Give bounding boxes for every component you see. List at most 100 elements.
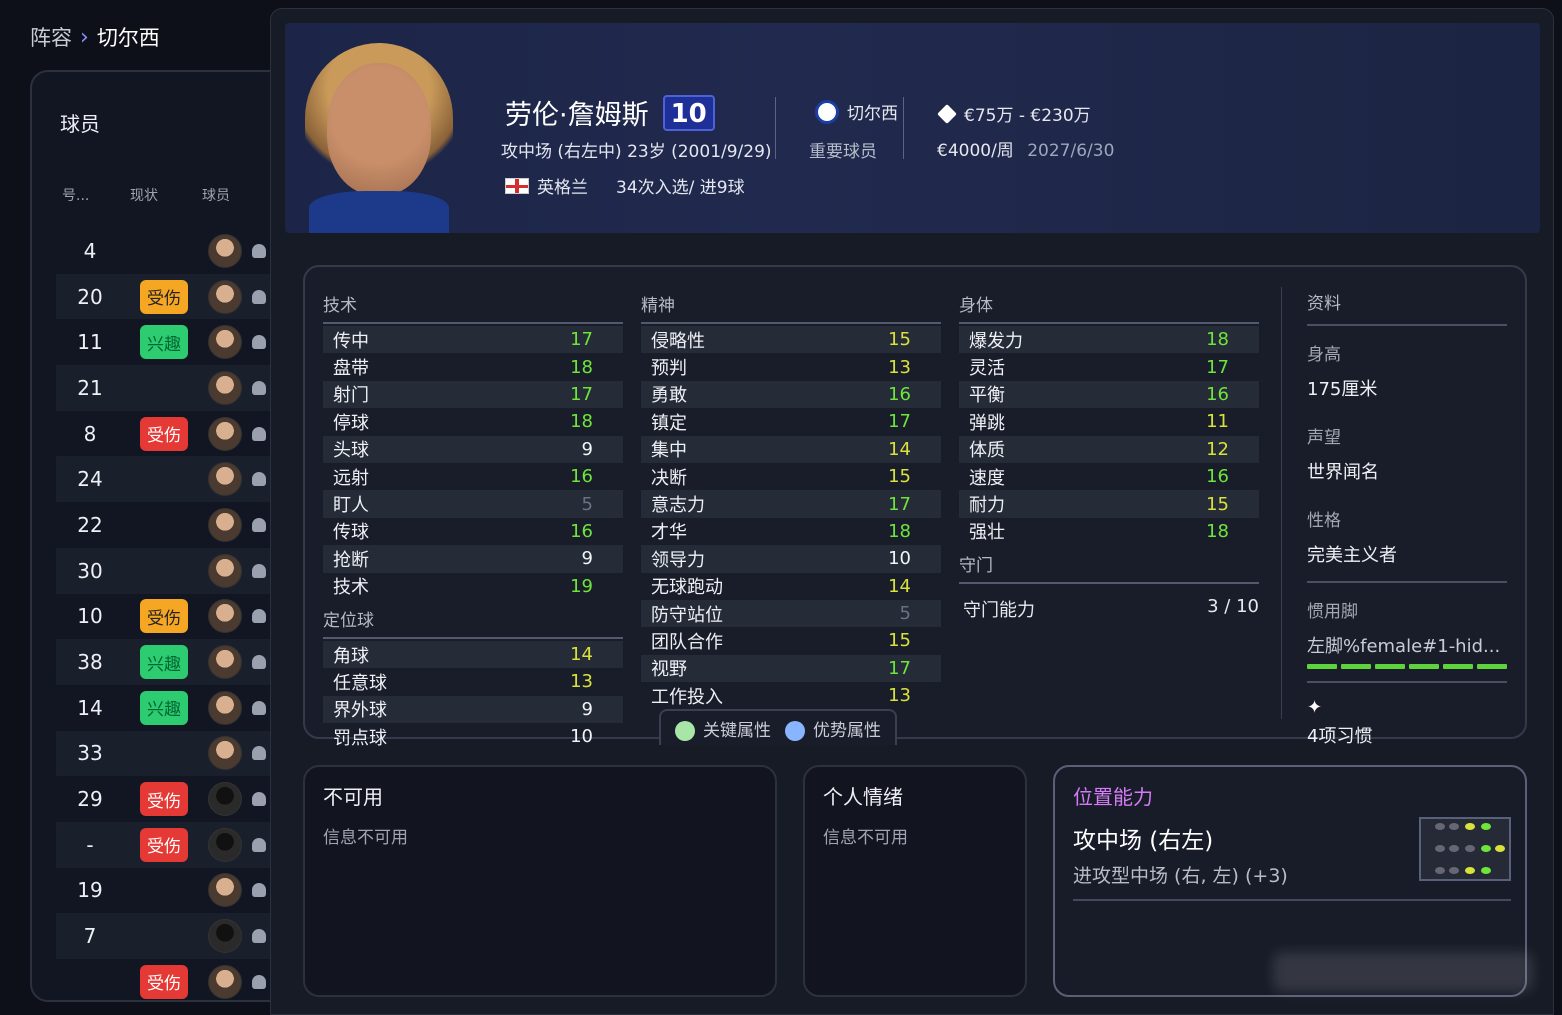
attribute-value: 15 (888, 630, 911, 652)
player-avatar[interactable] (208, 690, 242, 725)
player-avatar[interactable] (208, 736, 242, 771)
player-avatar[interactable] (208, 370, 242, 405)
watermark (1273, 952, 1533, 992)
player-avatar[interactable] (208, 919, 242, 954)
attribute-row[interactable]: 灵活 17 (959, 353, 1259, 380)
attribute-row[interactable]: 才华 18 (641, 518, 941, 545)
player-avatar[interactable] (208, 782, 242, 817)
player-avatar[interactable] (208, 416, 242, 451)
attribute-row[interactable]: 任意球 13 (323, 668, 623, 695)
attribute-value: 16 (570, 520, 593, 542)
roster-number: 20 (77, 284, 103, 309)
attribute-row[interactable]: 工作投入 13 (641, 682, 941, 709)
player-avatar[interactable] (208, 462, 242, 497)
attribute-row[interactable]: 视野 17 (641, 654, 941, 683)
attribute-row[interactable]: 射门 17 (323, 380, 623, 409)
attribute-value: 19 (570, 575, 593, 597)
attribute-row[interactable]: 远射 16 (323, 463, 623, 490)
player-name-row: 劳伦·詹姆斯 10 (505, 93, 715, 132)
player-nation[interactable]: 英格兰 (537, 173, 588, 198)
attribute-name: 集中 (651, 440, 687, 462)
attribute-value: 15 (1206, 493, 1229, 515)
attribute-row[interactable]: 领导力 10 (641, 545, 941, 573)
physical-heading: 身体 (959, 287, 1259, 324)
roster-status: 兴趣 (124, 645, 204, 680)
attribute-name: 远射 (333, 467, 369, 489)
attribute-name: 角球 (333, 645, 369, 667)
attribute-row[interactable]: 头球 9 (323, 435, 623, 463)
player-avatar[interactable] (208, 645, 242, 680)
person-icon (252, 974, 266, 989)
attribute-row[interactable]: 体质 12 (959, 435, 1259, 463)
attribute-name: 耐力 (969, 495, 1005, 517)
attribute-row[interactable]: 镇定 17 (641, 408, 941, 435)
attribute-row[interactable]: 传球 16 (323, 518, 623, 545)
attribute-row[interactable]: 停球 18 (323, 408, 623, 435)
attribute-row[interactable]: 决断 15 (641, 463, 941, 490)
attribute-row[interactable]: 罚点球 10 (323, 723, 623, 750)
attribute-row[interactable]: 盯人 5 (323, 490, 623, 518)
attribute-value: 17 (570, 329, 593, 351)
roster-status: 受伤 (124, 782, 204, 817)
status-badge[interactable]: 受伤 (140, 599, 188, 634)
attribute-row[interactable]: 爆发力 18 (959, 326, 1259, 354)
attribute-row[interactable]: 防守站位 5 (641, 599, 941, 628)
attribute-row[interactable]: 抢断 9 (323, 545, 623, 573)
player-caps: 34次入选/ 进9球 (616, 178, 745, 198)
foot-strength-bar (1307, 664, 1507, 683)
attribute-row[interactable]: 意志力 17 (641, 490, 941, 518)
attribute-row[interactable]: 勇敢 16 (641, 380, 941, 409)
breadcrumb-root[interactable]: 阵容 (30, 22, 72, 52)
attribute-row[interactable]: 侵略性 15 (641, 326, 941, 354)
squad-role: 重要球员 (809, 142, 877, 162)
player-avatar[interactable] (208, 233, 242, 268)
attribute-name: 射门 (333, 385, 369, 407)
player-header: 劳伦·詹姆斯 10 攻中场 (右左中) 23岁 (2001/9/29) 英格兰 … (285, 23, 1540, 233)
column-number[interactable]: 号... (62, 185, 89, 205)
player-avatar[interactable] (208, 325, 242, 360)
attribute-row[interactable]: 传中 17 (323, 326, 623, 354)
player-avatar[interactable] (208, 279, 242, 314)
attribute-value: 18 (1206, 329, 1229, 351)
status-badge[interactable]: 受伤 (140, 782, 188, 817)
attribute-row[interactable]: 耐力 15 (959, 490, 1259, 518)
status-badge[interactable]: 受伤 (140, 964, 188, 999)
attribute-row[interactable]: 预判 13 (641, 353, 941, 380)
attribute-row[interactable]: 平衡 16 (959, 380, 1259, 409)
attribute-row[interactable]: 技术 19 (323, 573, 623, 600)
attribute-row[interactable]: 无球跑动 14 (641, 573, 941, 600)
legend-advantage[interactable]: 优势属性 (785, 716, 881, 741)
attribute-row[interactable]: 界外球 9 (323, 695, 623, 724)
attribute-row[interactable]: 集中 14 (641, 435, 941, 463)
contract-expiry: 2027/6/30 (1027, 141, 1115, 161)
legend-key[interactable]: 关键属性 (675, 716, 771, 741)
status-badge[interactable]: 兴趣 (140, 690, 188, 725)
player-avatar[interactable] (208, 507, 242, 542)
roster-number: 30 (77, 558, 103, 583)
player-avatar[interactable] (208, 873, 242, 908)
status-badge[interactable]: 受伤 (140, 416, 188, 451)
roster-number: 11 (77, 330, 103, 355)
column-status[interactable]: 现状 (130, 185, 180, 205)
foot-value[interactable]: 左脚%female#1-hid... (1307, 632, 1507, 658)
attribute-row[interactable]: 弹跳 11 (959, 408, 1259, 435)
height-label: 身高 (1307, 345, 1341, 365)
attribute-row[interactable]: 盘带 18 (323, 353, 623, 380)
attribute-value: 18 (1206, 520, 1229, 542)
player-avatar[interactable] (208, 827, 242, 862)
attribute-row[interactable]: 团队合作 15 (641, 627, 941, 654)
column-player[interactable]: 球员 (202, 185, 252, 205)
attribute-row[interactable]: 角球 14 (323, 640, 623, 669)
player-avatar[interactable] (208, 599, 242, 634)
traits-count[interactable]: 4项习惯 (1307, 722, 1507, 748)
status-badge[interactable]: 受伤 (140, 827, 188, 862)
status-badge[interactable]: 兴趣 (140, 325, 188, 360)
player-club[interactable]: 切尔西 (815, 99, 898, 124)
attribute-row[interactable]: 强壮 18 (959, 518, 1259, 545)
attribute-row[interactable]: 速度 16 (959, 463, 1259, 490)
player-avatar[interactable] (208, 553, 242, 588)
status-badge[interactable]: 受伤 (140, 279, 188, 314)
roster-number: - (86, 832, 94, 857)
status-badge[interactable]: 兴趣 (140, 645, 188, 680)
player-avatar[interactable] (208, 964, 242, 999)
